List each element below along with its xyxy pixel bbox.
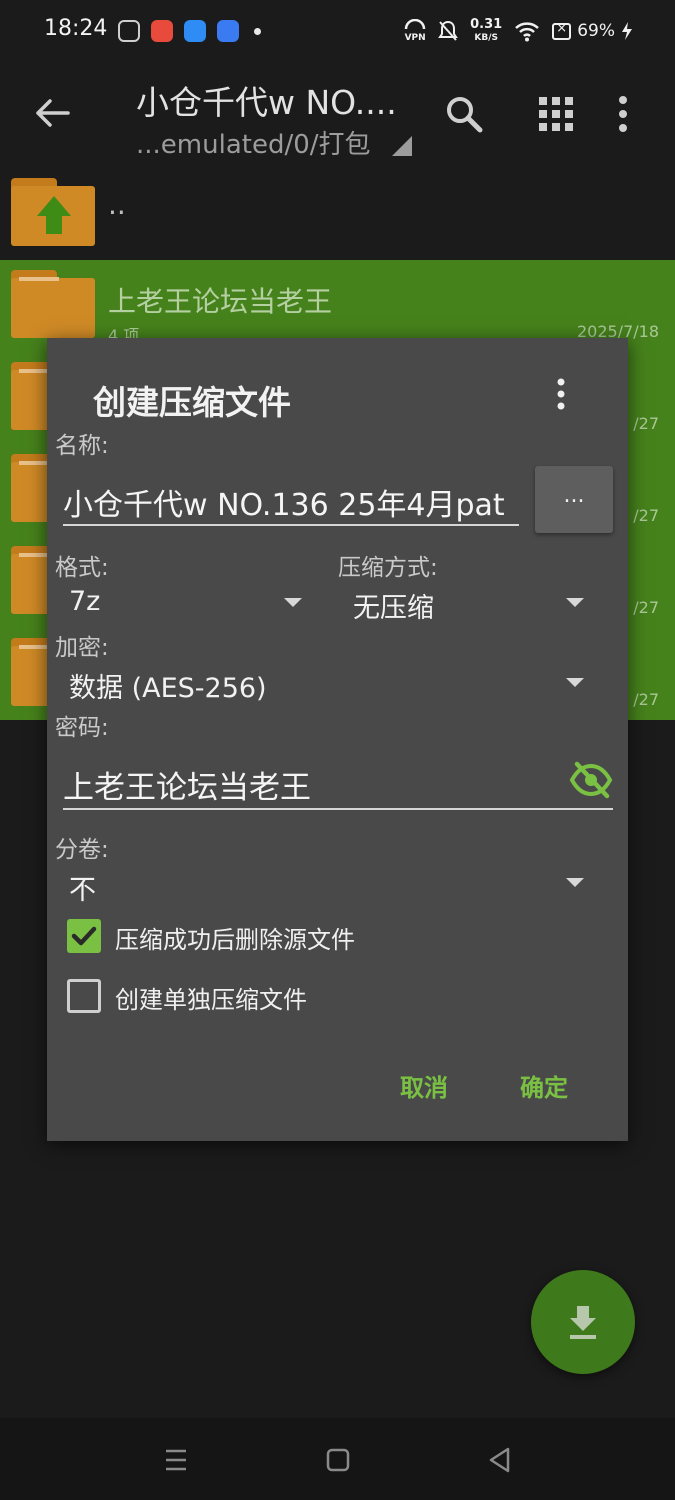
grid-view-icon[interactable] xyxy=(534,92,578,136)
network-speed: 0.31 KB/S xyxy=(470,16,503,43)
recent-apps-icon[interactable] xyxy=(158,1442,194,1478)
app-notification-icon xyxy=(118,20,140,42)
split-dropdown-icon[interactable] xyxy=(566,878,584,887)
path-dropdown-icon[interactable] xyxy=(392,136,412,156)
separate-archives-label[interactable]: 创建单独压缩文件 xyxy=(115,980,307,1015)
browse-button[interactable]: ... xyxy=(535,466,613,533)
wifi-icon xyxy=(515,22,540,42)
encryption-label: 加密: xyxy=(55,635,109,661)
format-dropdown-icon[interactable] xyxy=(284,598,302,607)
file-date: /27 xyxy=(633,690,659,709)
compression-method-select[interactable]: 无压缩 xyxy=(353,586,434,625)
file-date: /27 xyxy=(633,598,659,617)
file-date: /27 xyxy=(633,414,659,433)
dialog-title: 创建压缩文件 xyxy=(93,383,291,422)
top-app-bar: 小仓千代w NO.... ...emulated/0/打包 xyxy=(0,62,675,170)
notification-icons xyxy=(118,18,261,44)
folder-icon xyxy=(11,270,95,338)
delete-source-checkbox[interactable] xyxy=(67,919,101,953)
more-vert-icon[interactable] xyxy=(612,92,634,136)
app-notification-icon xyxy=(184,20,206,42)
system-navigation-bar xyxy=(0,1418,675,1500)
vpn-icon: VPN xyxy=(404,18,426,43)
bell-off-icon xyxy=(438,20,458,41)
folder-up-icon xyxy=(11,178,95,246)
format-label: 格式: xyxy=(55,555,109,581)
visibility-off-icon[interactable] xyxy=(569,760,613,800)
home-icon[interactable] xyxy=(320,1442,356,1478)
method-dropdown-icon[interactable] xyxy=(566,598,584,607)
compression-method-label: 压缩方式: xyxy=(338,555,438,581)
parent-folder-row[interactable]: .. xyxy=(0,168,675,260)
format-select[interactable]: 7z xyxy=(69,586,100,617)
back-arrow-icon[interactable] xyxy=(30,90,76,136)
password-label: 密码: xyxy=(55,715,109,741)
cloud-app-icon xyxy=(217,20,239,42)
battery-icon xyxy=(552,21,572,40)
encryption-select[interactable]: 数据 (AES-256) xyxy=(69,666,267,705)
back-nav-icon[interactable] xyxy=(482,1442,518,1478)
cancel-button[interactable]: 取消 xyxy=(400,1068,448,1103)
battery-indicator: 69% xyxy=(552,21,633,41)
split-select[interactable]: 不 xyxy=(69,868,96,907)
status-bar: 18:24 VPN 0.31 KB/S 69% xyxy=(0,0,675,62)
path-breadcrumb[interactable]: ...emulated/0/打包 xyxy=(136,124,371,161)
status-time: 18:24 xyxy=(44,16,108,41)
charging-icon xyxy=(622,22,632,40)
name-label: 名称: xyxy=(55,433,109,459)
create-archive-dialog: 创建压缩文件 名称: 小仓千代w NO.136 25年4月pat ... 格式:… xyxy=(47,338,628,1141)
password-input[interactable]: 上老王论坛当老王 xyxy=(63,756,613,810)
system-icons: VPN 0.31 KB/S 69% xyxy=(404,16,633,46)
dialog-more-icon[interactable] xyxy=(547,376,575,412)
archive-name-input[interactable]: 小仓千代w NO.136 25年4月pat xyxy=(63,470,519,526)
check-icon xyxy=(71,926,97,946)
app-notification-icon xyxy=(151,20,173,42)
search-icon[interactable] xyxy=(442,92,486,136)
delete-source-label[interactable]: 压缩成功后删除源文件 xyxy=(115,920,355,955)
split-label: 分卷: xyxy=(55,837,109,863)
download-icon xyxy=(570,1306,596,1339)
file-date: /27 xyxy=(633,506,659,525)
more-notifications-dot xyxy=(254,27,261,35)
extract-fab[interactable] xyxy=(531,1270,635,1374)
ok-button[interactable]: 确定 xyxy=(520,1068,568,1103)
separate-archives-checkbox[interactable] xyxy=(67,979,101,1013)
file-name: 上老王论坛当老王 xyxy=(108,285,333,318)
parent-folder-label: .. xyxy=(108,188,126,221)
page-title: 小仓千代w NO.... xyxy=(136,83,397,122)
encryption-dropdown-icon[interactable] xyxy=(566,678,584,687)
